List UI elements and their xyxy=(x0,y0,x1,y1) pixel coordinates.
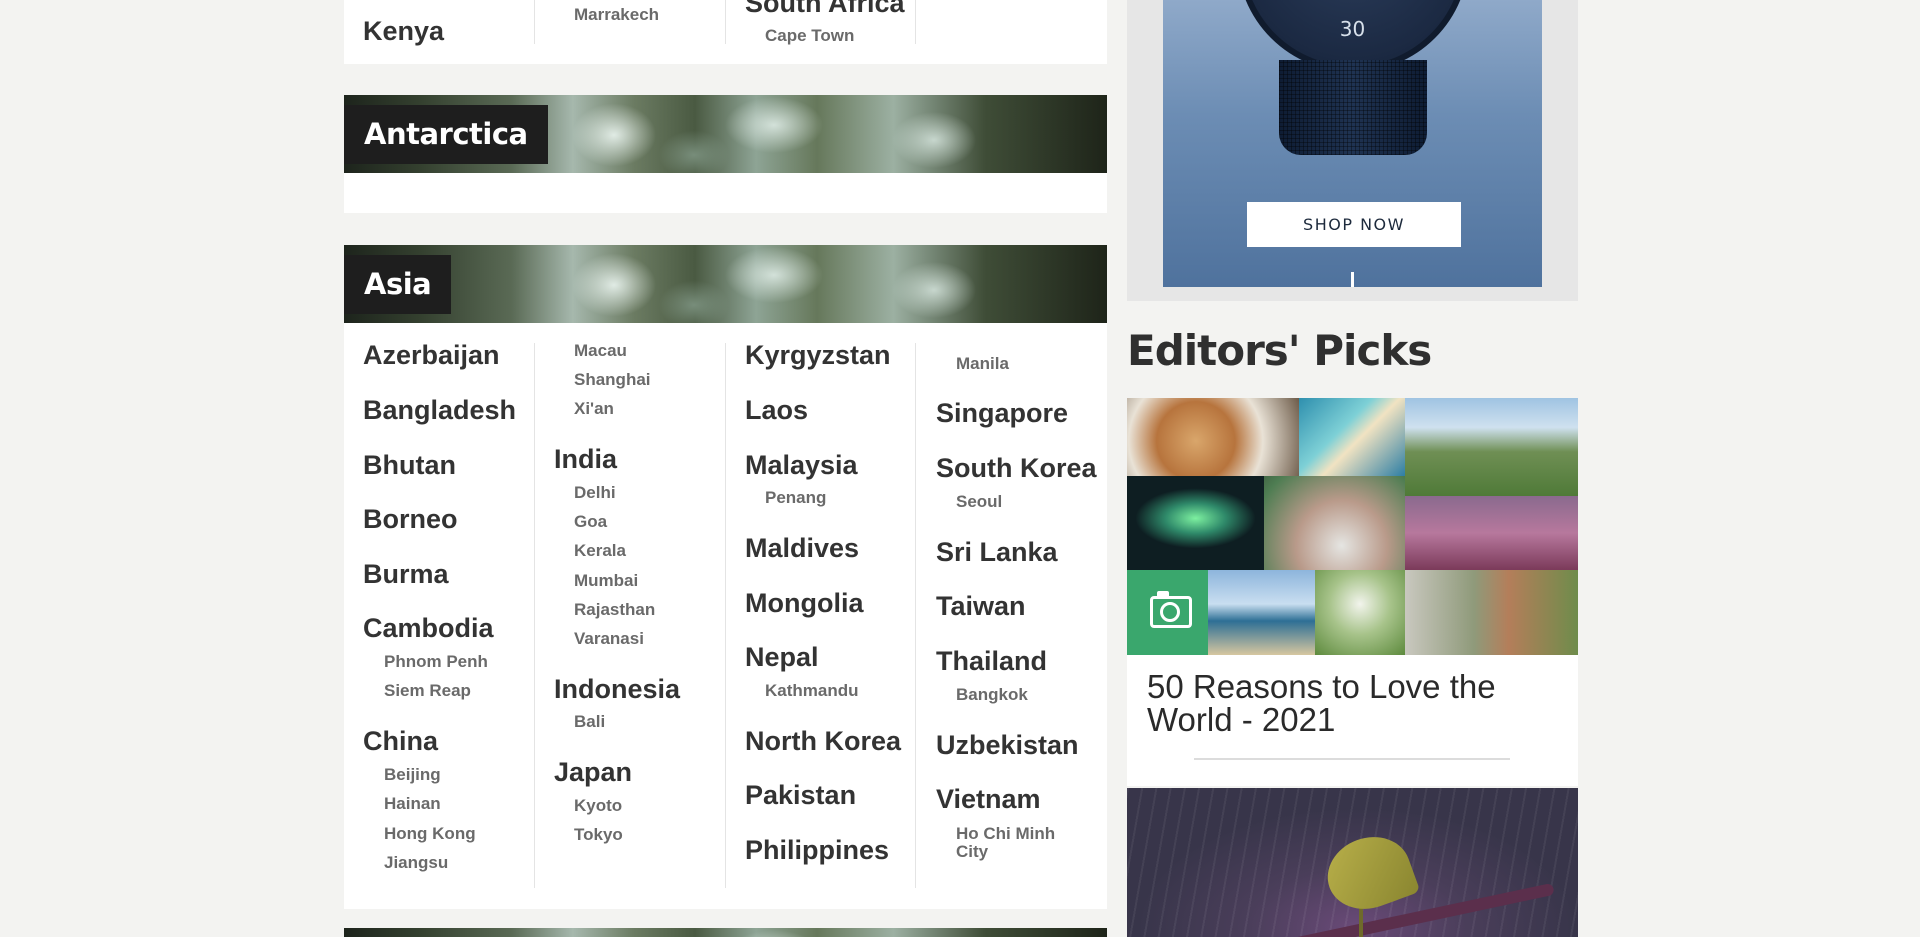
collage-tile-mountains xyxy=(1405,398,1578,496)
column-divider xyxy=(725,0,726,44)
column-divider xyxy=(534,343,535,888)
country-link-sri-lanka[interactable]: Sri Lanka xyxy=(936,537,1058,568)
column-divider xyxy=(534,0,535,44)
article-divider xyxy=(1194,758,1510,760)
country-link-china[interactable]: China xyxy=(363,726,438,757)
city-link-manila[interactable]: Manila xyxy=(956,355,1009,372)
city-link-cape-town[interactable]: Cape Town xyxy=(765,27,854,44)
country-link-mongolia[interactable]: Mongolia xyxy=(745,588,863,619)
leaf-umbrella-shape xyxy=(1317,825,1421,921)
country-link-taiwan[interactable]: Taiwan xyxy=(936,591,1026,622)
city-link-seoul[interactable]: Seoul xyxy=(956,493,1002,510)
next-section-banner-visible[interactable] xyxy=(344,928,1107,937)
city-link-tokyo[interactable]: Tokyo xyxy=(574,826,623,843)
country-link-indonesia[interactable]: Indonesia xyxy=(554,674,680,705)
country-link-burma[interactable]: Burma xyxy=(363,559,449,590)
city-link-penang[interactable]: Penang xyxy=(765,489,826,506)
column-divider xyxy=(915,0,916,44)
city-link-kyoto[interactable]: Kyoto xyxy=(574,797,622,814)
collage-tile-tree-hug xyxy=(1405,570,1578,655)
country-link-singapore[interactable]: Singapore xyxy=(936,398,1068,429)
city-link-jiangsu[interactable]: Jiangsu xyxy=(384,854,448,871)
photo-collage[interactable] xyxy=(1127,398,1578,655)
country-link-india[interactable]: India xyxy=(554,444,617,475)
city-link-phnom-penh[interactable]: Phnom Penh xyxy=(384,653,488,670)
asia-section-body: Azerbaijan Bangladesh Bhutan Borneo Burm… xyxy=(344,323,1107,909)
country-link-vietnam[interactable]: Vietnam xyxy=(936,784,1041,815)
city-link-xian[interactable]: Xi'an xyxy=(574,400,614,417)
country-link-philippines[interactable]: Philippines xyxy=(745,835,889,866)
city-name-line: Ho Chi Minh xyxy=(956,824,1056,843)
country-link-bangladesh[interactable]: Bangladesh xyxy=(363,395,516,426)
africa-section-tail: Kenya Marrakech South Africa Cape Town xyxy=(344,0,1107,64)
country-link-maldives[interactable]: Maldives xyxy=(745,533,859,564)
watch-dial-number: 30 xyxy=(1339,17,1366,41)
country-link-nepal[interactable]: Nepal xyxy=(745,642,819,673)
editors-picks-heading: Editors' Picks xyxy=(1127,326,1432,375)
city-link-rajasthan[interactable]: Rajasthan xyxy=(574,601,655,618)
country-link-laos[interactable]: Laos xyxy=(745,395,808,426)
country-link-north-korea[interactable]: North Korea xyxy=(745,726,901,757)
watch-strap-image xyxy=(1278,60,1427,155)
city-link-ho-chi-minh-city[interactable]: Ho Chi Minh City xyxy=(956,825,1055,861)
city-name-line: City xyxy=(956,842,989,861)
city-link-marrakech[interactable]: Marrakech xyxy=(574,6,659,23)
collage-tile-horses xyxy=(1208,570,1315,655)
country-link-borneo[interactable]: Borneo xyxy=(363,504,458,535)
city-link-kathmandu[interactable]: Kathmandu xyxy=(765,682,859,699)
country-link-south-korea[interactable]: South Korea xyxy=(936,453,1097,484)
country-link-malaysia[interactable]: Malaysia xyxy=(745,450,858,481)
city-link-delhi[interactable]: Delhi xyxy=(574,484,616,501)
collage-tile-flowers xyxy=(1315,570,1405,655)
city-link-hainan[interactable]: Hainan xyxy=(384,795,441,812)
country-link-thailand[interactable]: Thailand xyxy=(936,646,1047,677)
country-link-uzbekistan[interactable]: Uzbekistan xyxy=(936,730,1079,761)
antarctica-banner[interactable]: Antarctica xyxy=(344,95,1107,173)
city-link-bangkok[interactable]: Bangkok xyxy=(956,686,1028,703)
city-link-bali[interactable]: Bali xyxy=(574,713,605,730)
city-link-kerala[interactable]: Kerala xyxy=(574,542,626,559)
country-link-azerbaijan[interactable]: Azerbaijan xyxy=(363,340,500,371)
collage-tile-aurora xyxy=(1127,476,1264,570)
gallery-badge xyxy=(1127,570,1208,655)
watch-advertisement[interactable]: 30 SHOP NOW xyxy=(1163,0,1542,287)
country-link-kenya[interactable]: Kenya xyxy=(363,16,444,47)
country-link-kyrgyzstan[interactable]: Kyrgyzstan xyxy=(745,340,891,371)
editors-pick-article-2-image[interactable] xyxy=(1127,788,1578,937)
shop-now-button[interactable]: SHOP NOW xyxy=(1247,202,1461,247)
collage-tile-food xyxy=(1127,398,1299,476)
city-link-goa[interactable]: Goa xyxy=(574,513,607,530)
city-link-hong-kong[interactable]: Hong Kong xyxy=(384,825,476,842)
section-title-antarctica[interactable]: Antarctica xyxy=(344,105,548,164)
country-link-pakistan[interactable]: Pakistan xyxy=(745,780,856,811)
city-link-macau[interactable]: Macau xyxy=(574,342,627,359)
collage-tile-beach xyxy=(1299,398,1405,476)
city-link-varanasi[interactable]: Varanasi xyxy=(574,630,644,647)
city-link-beijing[interactable]: Beijing xyxy=(384,766,441,783)
section-title-asia[interactable]: Asia xyxy=(344,255,452,314)
editors-pick-article[interactable]: 50 Reasons to Love the World - 2021 xyxy=(1127,398,1578,786)
ad-divider-mark xyxy=(1351,272,1354,287)
country-link-south-africa[interactable]: South Africa xyxy=(745,0,905,19)
city-link-mumbai[interactable]: Mumbai xyxy=(574,572,638,589)
country-link-japan[interactable]: Japan xyxy=(554,757,632,788)
antarctica-section-body xyxy=(344,173,1107,213)
ad-container: 30 SHOP NOW xyxy=(1127,0,1578,301)
country-link-bhutan[interactable]: Bhutan xyxy=(363,450,456,481)
collage-tile-dog xyxy=(1405,496,1578,570)
city-link-siem-reap[interactable]: Siem Reap xyxy=(384,682,471,699)
asia-banner[interactable]: Asia xyxy=(344,245,1107,323)
country-link-cambodia[interactable]: Cambodia xyxy=(363,613,494,644)
city-link-shanghai[interactable]: Shanghai xyxy=(574,371,651,388)
camera-lens-icon xyxy=(1160,602,1180,622)
column-divider xyxy=(725,343,726,888)
article-title-link[interactable]: 50 Reasons to Love the World - 2021 xyxy=(1147,670,1567,736)
column-divider xyxy=(915,343,916,888)
